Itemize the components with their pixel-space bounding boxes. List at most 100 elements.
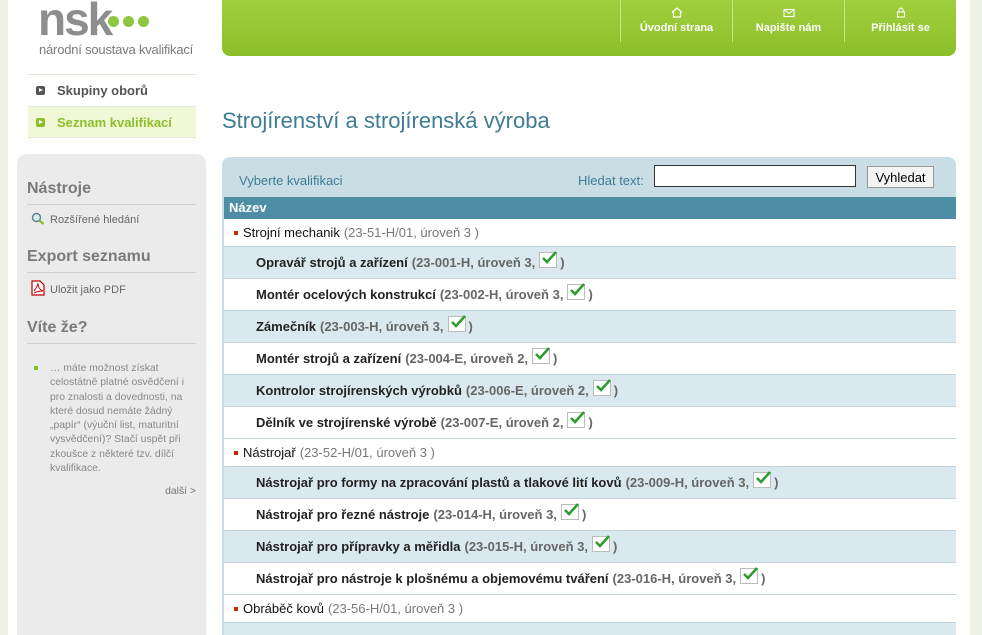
advanced-search-link[interactable]: Rozšířené hledání — [31, 212, 196, 228]
group-code: (23-51-H/01, úroveň 3 ) — [343, 225, 479, 240]
page-border-left — [0, 0, 8, 635]
qualification-row[interactable]: Opravář strojů a zařízení (23-001-H, úro… — [224, 247, 956, 279]
group-code: (23-52-H/01, úroveň 3 ) — [299, 445, 435, 460]
tools-heading: Nástroje — [27, 180, 196, 205]
approved-check-icon — [560, 502, 579, 520]
qualification-code-end: ) — [553, 351, 558, 366]
qualification-name: Nástrojař pro řezné nástroje — [256, 507, 430, 522]
nav-contact-label: Napište nám — [755, 22, 822, 34]
site-logo[interactable]: nsk národní soustava kvalifikací — [38, 0, 208, 64]
qualification-row-partial[interactable] — [224, 623, 956, 635]
qualification-code-end: ) — [588, 415, 593, 430]
qualification-code: (23-001-H, úroveň 3, — [411, 255, 536, 270]
qualification-row[interactable]: Kontrolor strojírenských výrobků (23-006… — [224, 375, 956, 407]
qualification-name: Zámečník — [256, 319, 316, 334]
approved-check-icon — [447, 314, 466, 332]
qualification-list-panel: Vyberte kvalifikaci Hledat text: Vyhleda… — [222, 157, 956, 635]
qualification-code: (23-004-E, úroveň 2, — [405, 351, 529, 366]
qualification-row[interactable]: Nástrojař pro přípravky a měřidla (23-01… — [224, 531, 956, 563]
mail-icon — [733, 6, 844, 22]
qualification-row[interactable]: Nástrojař pro formy na zpracování plastů… — [224, 467, 956, 499]
group-row[interactable]: Strojní mechanik (23-51-H/01, úroveň 3 ) — [224, 219, 956, 247]
qualification-row[interactable]: Dělník ve strojírenské výrobě (23-007-E,… — [224, 407, 956, 439]
group-bullet-icon — [234, 230, 238, 235]
qualification-row[interactable]: Montér ocelových konstrukcí (23-002-H, ú… — [224, 279, 956, 311]
nav-contact[interactable]: Napište nám — [732, 0, 844, 42]
qualification-code-end: ) — [581, 507, 587, 522]
menu-item-label: Seznam kvalifikací — [57, 114, 172, 130]
arrow-bullet-icon — [36, 86, 45, 95]
qualification-code: (23-003-H, úroveň 3, — [319, 319, 444, 334]
qualification-code-end: ) — [613, 383, 619, 398]
logo-text: nsk — [38, 0, 113, 45]
menu-item-field-groups[interactable]: Skupiny oborů — [28, 74, 196, 106]
group-name: Nástrojař — [243, 445, 296, 460]
group-name: Obráběč kovů — [243, 601, 324, 616]
qualification-code-end: ) — [613, 539, 618, 554]
qualification-code-end: ) — [761, 571, 766, 586]
qualification-row[interactable]: Nástrojař pro řezné nástroje (23-014-H, … — [224, 499, 956, 531]
qualification-name: Kontrolor strojírenských výrobků — [256, 383, 462, 398]
save-pdf-link[interactable]: Uložit jako PDF — [31, 280, 196, 299]
qualification-code-end: ) — [774, 475, 779, 490]
arrow-bullet-icon — [36, 117, 45, 127]
save-pdf-label: Uložit jako PDF — [50, 283, 126, 296]
logo-subtitle: národní soustava kvalifikací — [39, 42, 194, 57]
search-input[interactable] — [654, 165, 856, 187]
top-bar: Úvodní strana Napište nám Přihlásit se — [222, 0, 956, 56]
qualification-row[interactable]: Montér strojů a zařízení (23-004-E, úrov… — [224, 343, 956, 375]
lock-icon — [845, 6, 956, 22]
qualification-name: Montér strojů a zařízení — [256, 351, 402, 366]
tip-more-link[interactable]: další > — [27, 486, 196, 497]
search-button[interactable]: Vyhledat — [867, 166, 934, 188]
list-toolbar: Vyberte kvalifikaci Hledat text: Vyhleda… — [222, 157, 956, 197]
top-nav: Úvodní strana Napište nám Přihlásit se — [620, 0, 956, 46]
approved-check-icon — [567, 282, 586, 300]
column-header-name[interactable]: Název — [224, 197, 956, 219]
qualification-code: (23-016-H, úroveň 3, — [612, 571, 737, 586]
qualification-code-end: ) — [588, 287, 593, 302]
qualification-name: Nástrojař pro nástroje k plošnému a obje… — [256, 571, 609, 586]
group-row[interactable]: Obráběč kovů (23-56-H/01, úroveň 3 ) — [224, 595, 956, 623]
approved-check-icon — [539, 250, 558, 268]
nav-home-label: Úvodní strana — [639, 22, 714, 34]
qualification-code: (23-015-H, úroveň 3, — [464, 539, 589, 554]
approved-check-icon — [567, 410, 586, 428]
qualification-code: (23-002-H, úroveň 3, — [439, 287, 564, 302]
nav-login-label: Přihlásit se — [871, 22, 930, 34]
group-name: Strojní mechanik — [243, 225, 340, 240]
qualification-name: Montér ocelových konstrukcí — [256, 287, 436, 302]
qualification-row[interactable]: Nástrojař pro nástroje k plošnému a obje… — [224, 563, 956, 595]
tip-text: … máte možnost získat celostátně platné … — [50, 363, 185, 475]
tip-block: … máte možnost získat celostátně platné … — [27, 362, 196, 476]
approved-check-icon — [740, 566, 759, 584]
approved-check-icon — [753, 470, 772, 488]
approved-check-icon — [592, 378, 611, 396]
search-label: Hledat text: — [578, 173, 644, 188]
approved-check-icon — [592, 534, 611, 552]
group-row[interactable]: Nástrojař (23-52-H/01, úroveň 3 ) — [224, 439, 956, 467]
tip-heading: Víte že? — [27, 319, 196, 344]
approved-check-icon — [532, 346, 551, 364]
search-icon — [31, 212, 45, 228]
left-menu: Skupiny oborů Seznam kvalifikací — [28, 74, 196, 138]
qualification-name: Nástrojař pro přípravky a měřidla — [256, 539, 461, 554]
select-qualification-label: Vyberte kvalifikaci — [239, 173, 343, 188]
menu-item-label: Skupiny oborů — [57, 83, 148, 98]
group-code: (23-56-H/01, úroveň 3 ) — [327, 601, 464, 616]
home-icon — [621, 6, 732, 22]
qualification-code: (23-009-H, úroveň 3, — [625, 475, 750, 490]
nav-login[interactable]: Přihlásit se — [844, 0, 956, 42]
qualification-row[interactable]: Zámečník (23-003-H, úroveň 3, ) — [224, 311, 956, 343]
group-bullet-icon — [234, 450, 238, 455]
qualification-code-end: ) — [468, 319, 473, 334]
menu-item-qualification-list[interactable]: Seznam kvalifikací — [28, 106, 196, 138]
qualification-name: Dělník ve strojírenské výrobě — [256, 415, 437, 430]
advanced-search-label: Rozšířené hledání — [50, 214, 140, 226]
group-bullet-icon — [234, 606, 238, 611]
qualification-code: (23-006-E, úroveň 2, — [465, 383, 589, 398]
tip-bullet-icon — [34, 366, 38, 370]
nav-home[interactable]: Úvodní strana — [620, 0, 732, 42]
qualification-table: Název Strojní mechanik (23-51-H/01, úrov… — [224, 197, 956, 635]
page-title: Strojírenství a strojírenská výroba — [222, 108, 550, 133]
